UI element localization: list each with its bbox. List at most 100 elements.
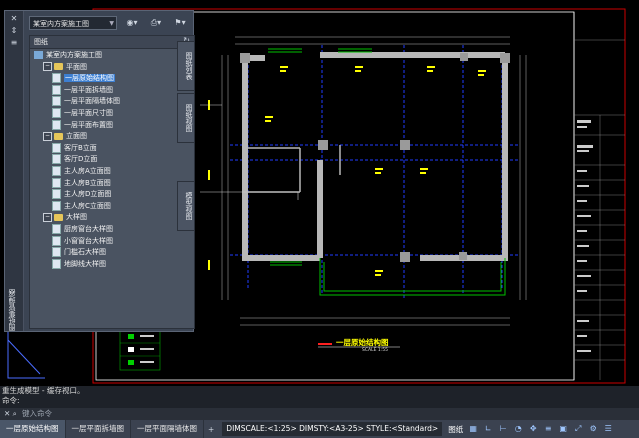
selection-cycling-icon[interactable]: ▣: [558, 423, 568, 435]
tree-sheet[interactable]: 一层平面布置图: [30, 119, 194, 132]
sheet-icon: [52, 96, 61, 107]
sheet-icon: [52, 142, 61, 153]
sheet-icon: [52, 119, 61, 130]
tree-item-label: 一层平面拆墙图: [64, 85, 113, 94]
drawing-scale: SCALE 1:55: [362, 348, 388, 353]
palette-body: 某室内方案施工图 ▼ ◉▾ ⎙▾ ⚑▾ 图纸 ↻ 某室内方案施工图 − 平面图一层原…: [25, 11, 195, 331]
tree-sheet[interactable]: 一层平面拆墙图: [30, 84, 194, 97]
sheetset-icon: [34, 51, 43, 59]
add-layout-icon[interactable]: +: [208, 425, 214, 434]
collapse-toggle-icon[interactable]: −: [43, 62, 52, 72]
interior-lines: [244, 145, 341, 193]
tree-sheet[interactable]: 一层原始结构图: [30, 73, 194, 85]
folder-icon: [54, 132, 63, 140]
sheet-icon: [52, 258, 61, 269]
tree-sheet[interactable]: 地脚线大样图: [30, 258, 194, 271]
command-input[interactable]: ✕ ⌕ 键入命令: [0, 408, 639, 420]
command-history-line: 命令:: [2, 396, 20, 405]
tree-item-label: 主人房D立面图: [64, 190, 112, 199]
polar-icon[interactable]: ◔: [513, 423, 523, 435]
tree-item-label: 平面图: [66, 62, 87, 71]
layout-tab[interactable]: 一层平面拆墙图: [66, 420, 131, 438]
tree-item-label: 大样图: [66, 213, 87, 222]
legend: [119, 329, 161, 371]
tree-sheet[interactable]: 客厅B立面: [30, 142, 194, 155]
model-space-toggle[interactable]: 图纸: [448, 424, 463, 435]
tree-item-label: 一层平面尺寸图: [64, 108, 113, 117]
command-input-placeholder: 键入命令: [22, 409, 52, 418]
tree-folder[interactable]: − 立面图: [30, 131, 194, 143]
sheet-selection-icon[interactable]: ⚑▾: [171, 16, 189, 30]
layout-tab[interactable]: 一层原始结构图: [0, 420, 66, 438]
tree-sheet[interactable]: 一层平面隔墙体图: [30, 96, 194, 108]
layout-tab[interactable]: 一层平面隔墙体图: [131, 420, 204, 438]
sheetset-dropdown-value: 某室内方案施工图: [33, 20, 89, 28]
tree-folder[interactable]: − 平面图: [30, 62, 194, 74]
osnap-icon[interactable]: ✥: [528, 423, 538, 435]
ucs-icon: [7, 330, 45, 379]
customize-menu-icon[interactable]: ☰: [603, 423, 613, 435]
ortho-icon[interactable]: ⊢: [498, 423, 508, 435]
sheet-icon: [52, 84, 61, 95]
tree-sheet[interactable]: 主人房C立面图: [30, 200, 194, 213]
sheet-icon: [52, 73, 61, 84]
tree-item-label: 主人房A立面图: [64, 166, 111, 175]
tab-sheet-list[interactable]: 图纸列表: [177, 41, 195, 91]
panel-header: 图纸 ↻: [30, 36, 194, 49]
tree-sheet[interactable]: 主人房D立面图: [30, 189, 194, 201]
tree-sheet[interactable]: 小窗窗台大样图: [30, 235, 194, 248]
tree-item-label: 门槛石大样图: [64, 248, 106, 257]
tree-folder[interactable]: − 大样图: [30, 212, 194, 224]
sheetset-dropdown[interactable]: 某室内方案施工图 ▼: [29, 16, 117, 30]
sheet-set-manager-palette: ✕ ⇕ ≡ 图纸集管理器 某室内方案施工图 ▼ ◉▾ ⎙▾ ⚑▾ 图纸 ↻ 某室…: [4, 10, 195, 332]
publish-icon[interactable]: ◉▾: [123, 16, 141, 30]
tree-sheet[interactable]: 主人房B立面图: [30, 177, 194, 190]
tree-item-label: 一层平面布置图: [64, 120, 113, 129]
sheet-icon: [52, 247, 61, 258]
tree-item-label: 一层原始结构图: [64, 74, 115, 83]
grid-icon[interactable]: ▦: [468, 423, 478, 435]
sheet-tree: 某室内方案施工图 − 平面图一层原始结构图 一层平面拆墙图 一层平面隔墙体图 一层平面尺寸…: [30, 50, 194, 270]
tree-item-label: 厨房窗台大样图: [64, 224, 113, 233]
tree-sheet[interactable]: 一层平面尺寸图: [30, 107, 194, 120]
sheet-icon: [52, 107, 61, 118]
sheet-icon: [52, 165, 61, 176]
tree-item-label: 客厅D立面: [64, 155, 98, 164]
status-bar: 一层原始结构图 一层平面拆墙图 一层平面隔墙体图 + DIMSCALE:<1:25>…: [0, 420, 639, 438]
tab-sheet-views[interactable]: 图纸视图: [177, 93, 195, 143]
tab-model-views[interactable]: 模型视图: [177, 181, 195, 231]
autohide-icon[interactable]: ⇕: [9, 26, 19, 36]
sheet-icon: [52, 189, 61, 200]
misc-lines: [200, 104, 299, 200]
snap-icon[interactable]: ∟: [483, 423, 493, 435]
tree-root[interactable]: 某室内方案施工图: [30, 50, 194, 62]
properties-icon[interactable]: ≡: [9, 38, 19, 48]
tree-sheet[interactable]: 门槛石大样图: [30, 247, 194, 259]
sheet-icon: [52, 235, 61, 246]
sheet-icon: [52, 200, 61, 211]
collapse-toggle-icon[interactable]: −: [43, 131, 52, 141]
close-icon[interactable]: ✕: [9, 14, 19, 24]
collapse-toggle-icon[interactable]: −: [43, 212, 52, 222]
folder-icon: [54, 63, 63, 71]
panel-title: 图纸: [34, 38, 48, 46]
drawing-title: 一层原始结构图: [336, 338, 389, 347]
sheet-icon: [52, 223, 61, 234]
workspace-gear-icon[interactable]: ⚙: [588, 423, 598, 435]
tree-sheet[interactable]: 客厅D立面: [30, 154, 194, 166]
annotation-scale-icon[interactable]: ⤢: [573, 423, 583, 435]
lineweight-icon[interactable]: ≡: [543, 423, 553, 435]
title-red-bar: [318, 343, 332, 345]
tree-item-label: 某室内方案施工图: [46, 51, 102, 59]
folder-icon: [54, 213, 63, 221]
tree-item-label: 一层平面隔墙体图: [64, 97, 120, 106]
tree-sheet[interactable]: 主人房A立面图: [30, 165, 194, 178]
dimscale-readout: DIMSCALE:<1:25> DIMSTY:<A3-25> STYLE:<St…: [222, 422, 443, 436]
palette-title-strip: ✕ ⇕ ≡ 图纸集管理器: [5, 11, 24, 331]
tree-item-label: 主人房C立面图: [64, 201, 111, 210]
tree-sheet[interactable]: 厨房窗台大样图: [30, 223, 194, 236]
command-history-line: 重生成模型 - 缓存视口。: [2, 386, 85, 395]
close-command-icon[interactable]: ✕ ⌕: [4, 408, 17, 420]
print-icon[interactable]: ⎙▾: [147, 16, 165, 30]
sheet-list-panel: 图纸 ↻ 某室内方案施工图 − 平面图一层原始结构图一层平面拆墙图一层平面隔墙体图一…: [29, 35, 195, 329]
